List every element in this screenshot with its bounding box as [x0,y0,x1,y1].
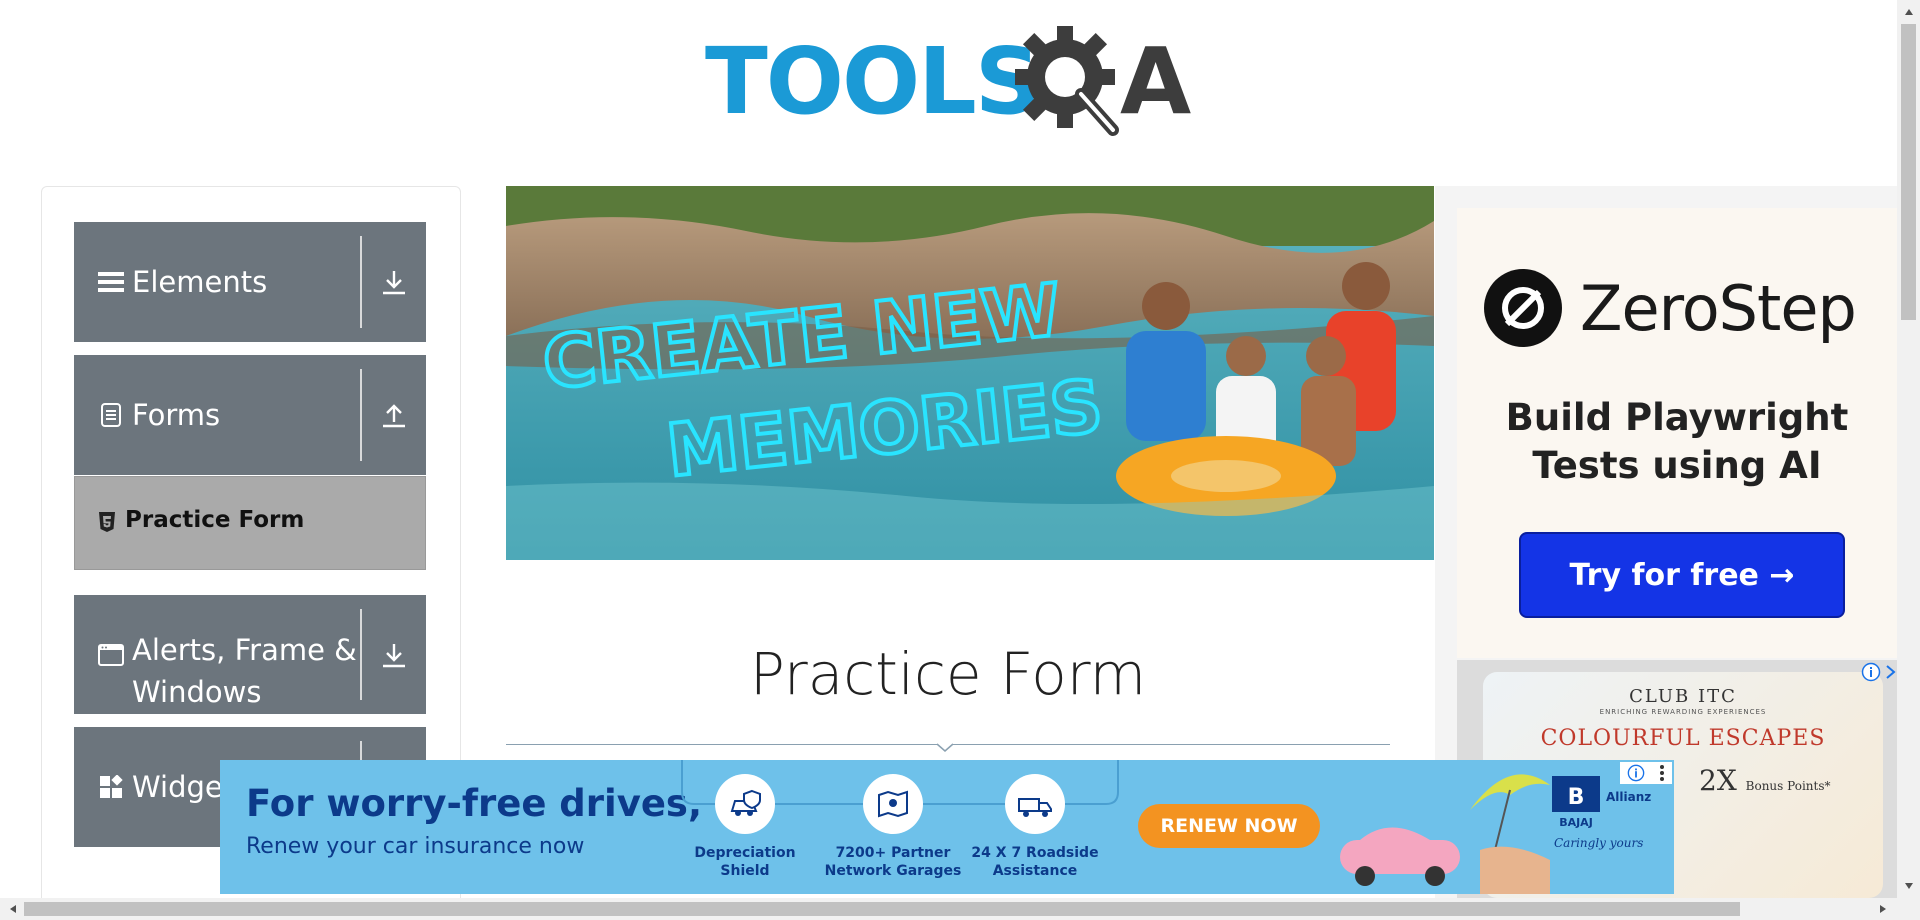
car-insurance-ad[interactable]: For worry-free drives, Renew your car in… [220,760,1674,894]
try-for-free-button[interactable]: Try for free → [1519,532,1845,618]
feature-line1: 24 X 7 Roadside [971,845,1099,861]
points-small: Bonus Points* [1745,779,1831,793]
page-viewport: TOOLS A Elements Forms Practice Form Ale… [0,0,1897,898]
allianz-text: Allianz [1606,790,1652,804]
hamburger-icon [98,269,124,295]
zerostep-logo-icon [1484,269,1562,347]
page-title: Practice Form [749,640,1147,708]
horizontal-scroll-thumb[interactable] [24,902,1740,916]
vertical-scroll-thumb[interactable] [1901,24,1916,320]
feature-roadside-assistance: 24 X 7 Roadside Assistance [960,774,1110,880]
menu-divider [360,369,362,461]
feature-partner-garages: 7200+ Partner Network Garages [818,774,968,880]
scroll-right-icon[interactable] [1872,898,1894,920]
html5-icon [99,512,115,532]
feature-line2: Shield [720,863,770,879]
ad-close-icon[interactable] [1881,662,1897,682]
menu-label-alerts-line2: Windows [132,675,262,709]
chevron-down-icon [936,743,954,752]
car-shield-icon [730,789,761,816]
ad-info-icon[interactable] [1627,764,1645,782]
window-icon [98,642,124,668]
logo-text: TOOLS [705,28,1041,135]
bajaj-logo-icon: B BAJAJ [1552,776,1600,829]
menu-group-elements[interactable]: Elements [74,222,426,342]
menu-group-alerts-frame-windows[interactable]: Alerts, Frame & Windows [74,595,426,714]
banner-image: CREATE NEW MEMORIES [506,186,1434,560]
ad-controls [1620,762,1672,784]
more-options-icon[interactable] [1659,764,1665,782]
club-itc-brand: CLUB ITC [1629,686,1737,707]
vertical-scrollbar[interactable] [1897,0,1920,898]
form-icon [98,402,124,428]
upload-arrow-icon[interactable] [379,400,409,430]
ad-info-icon[interactable] [1861,662,1881,682]
download-arrow-icon[interactable] [379,640,409,670]
zerostep-tagline-line1: Build Playwright [1505,396,1849,439]
logo-letter: A [1120,28,1192,135]
car-umbrella-illustration [1340,774,1550,894]
slogan-text: Caringly yours [1554,836,1644,850]
sidebar-item-label: Practice Form [125,507,305,533]
zerostep-tagline-line2: Tests using AI [1532,444,1822,487]
gear-magnifier-icon [1015,26,1119,136]
widgets-icon [98,774,124,800]
scroll-down-icon[interactable] [1897,876,1920,896]
club-itc-subtitle: ENRICHING REWARDING EXPERIENCES [1599,708,1767,716]
sidebar-item-practice-form[interactable]: Practice Form [74,476,426,570]
menu-label-elements: Elements [132,265,268,299]
garage-map-icon [878,790,908,818]
bajaj-allianz-logo: B BAJAJ Allianz Caringly yours [1550,774,1660,884]
feature-line2: Assistance [992,863,1078,879]
ad-subheadline: Renew your car insurance now [246,834,585,859]
bajaj-text: BAJAJ [1559,816,1593,829]
feature-line2: Network Garages [824,863,962,879]
svg-text:B: B [1568,785,1585,810]
club-itc-points: 2X Bonus Points* [1699,764,1831,797]
menu-label-forms: Forms [132,398,221,432]
menu-divider [360,236,362,328]
menu-divider [360,609,362,700]
scroll-up-icon[interactable] [1897,2,1920,22]
menu-group-forms[interactable]: Forms [74,355,426,475]
scroll-left-icon[interactable] [2,898,24,920]
zerostep-brand: ZeroStep [1580,272,1857,345]
tow-truck-icon [1018,798,1052,817]
renew-now-button[interactable]: RENEW NOW [1138,804,1320,848]
feature-depreciation-shield: Depreciation Shield [670,774,820,880]
zerostep-ad[interactable]: ZeroStep Build Playwright Tests using AI… [1457,208,1897,658]
club-itc-title: COLOURFUL ESCAPES [1540,726,1826,751]
memories-banner-ad[interactable]: CREATE NEW MEMORIES [506,186,1434,560]
toolsqa-logo[interactable]: TOOLS A [705,22,1195,137]
points-big: 2X [1699,764,1737,797]
download-arrow-icon[interactable] [379,267,409,297]
feature-line1: 7200+ Partner [835,845,951,861]
menu-label-alerts-line1: Alerts, Frame & [132,633,357,667]
horizontal-scrollbar[interactable] [0,898,1920,920]
ad-headline: For worry-free drives, [246,782,703,825]
feature-line1: Depreciation [694,845,796,861]
